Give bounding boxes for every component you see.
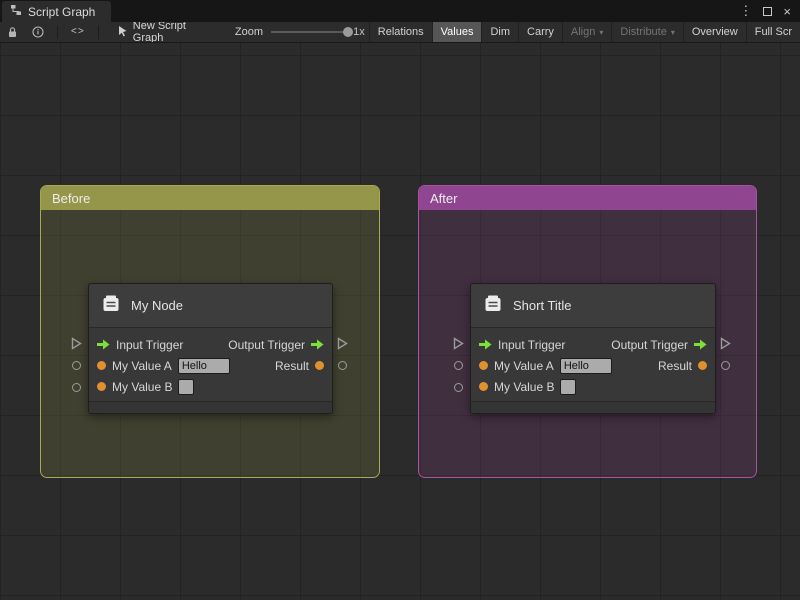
zoom-value: 1x bbox=[353, 26, 365, 38]
values-button[interactable]: Values bbox=[431, 22, 482, 42]
value-a-port[interactable] bbox=[454, 361, 463, 370]
code-icon[interactable]: <> bbox=[64, 22, 92, 42]
output-trigger-label: Output Trigger bbox=[228, 337, 305, 352]
chevron-down-icon: ▾ bbox=[599, 27, 604, 37]
input-trigger-port[interactable] bbox=[453, 337, 464, 350]
input-trigger-label: Input Trigger bbox=[116, 337, 184, 352]
window-tab-bar: Script Graph ⋮ × bbox=[0, 0, 800, 22]
value-a-row: My Value A Result bbox=[89, 355, 332, 376]
result-port[interactable] bbox=[338, 361, 347, 370]
value-b-dot[interactable] bbox=[97, 382, 106, 391]
maximize-icon[interactable] bbox=[763, 4, 773, 19]
pointer-icon bbox=[117, 25, 128, 40]
result-port[interactable] bbox=[721, 361, 730, 370]
value-b-dot[interactable] bbox=[479, 382, 488, 391]
lock-icon[interactable] bbox=[0, 22, 25, 42]
result-label: Result bbox=[274, 358, 309, 373]
zoom-slider-knob[interactable] bbox=[343, 27, 353, 37]
value-b-port[interactable] bbox=[454, 383, 463, 392]
node-header[interactable]: Short Title bbox=[471, 284, 715, 328]
value-b-input[interactable] bbox=[560, 378, 577, 395]
node-header[interactable]: My Node bbox=[89, 284, 332, 328]
node-footer bbox=[89, 401, 332, 413]
zoom-slider-track bbox=[271, 31, 349, 33]
new-script-graph-button[interactable]: New Script Graph bbox=[117, 22, 207, 43]
flow-in-icon[interactable] bbox=[97, 339, 110, 350]
result-dot[interactable] bbox=[315, 361, 324, 370]
carry-button[interactable]: Carry bbox=[518, 22, 562, 42]
value-a-port[interactable] bbox=[72, 361, 81, 370]
close-icon[interactable]: × bbox=[783, 4, 791, 19]
zoom-label: Zoom bbox=[234, 26, 263, 38]
node-title: Short Title bbox=[513, 298, 572, 313]
chevron-down-icon: ▾ bbox=[670, 27, 675, 37]
value-b-row: My Value B bbox=[89, 376, 332, 397]
trigger-row: Input Trigger Output Trigger bbox=[471, 334, 715, 355]
toolbar-separator bbox=[97, 25, 99, 39]
info-icon[interactable] bbox=[25, 22, 51, 42]
trigger-row: Input Trigger Output Trigger bbox=[89, 334, 332, 355]
value-a-dot[interactable] bbox=[479, 361, 488, 370]
tab-label: Script Graph bbox=[28, 4, 96, 19]
tab-script-graph[interactable]: Script Graph bbox=[2, 1, 112, 22]
node-ports: Input Trigger Output Trigger My Value A … bbox=[471, 328, 715, 401]
output-trigger-port[interactable] bbox=[720, 337, 731, 350]
unit-icon bbox=[482, 293, 504, 318]
align-dropdown[interactable]: Align ▾ bbox=[561, 22, 611, 42]
overview-button[interactable]: Overview bbox=[682, 22, 746, 42]
value-a-label: My Value A bbox=[112, 358, 172, 373]
value-a-input[interactable] bbox=[177, 357, 230, 374]
node-short-title[interactable]: Short Title Input Trigger Output Trigger… bbox=[470, 283, 716, 414]
value-b-port[interactable] bbox=[72, 383, 81, 392]
node-footer bbox=[471, 401, 715, 413]
graph-toolbar: <> New Script Graph Zoom 1x Relations Va… bbox=[0, 22, 800, 43]
unit-icon bbox=[100, 293, 122, 318]
group-title[interactable]: After bbox=[419, 186, 756, 210]
node-title: My Node bbox=[131, 298, 184, 313]
value-b-input[interactable] bbox=[178, 378, 195, 395]
distribute-dropdown[interactable]: Distribute ▾ bbox=[611, 22, 682, 42]
dim-button[interactable]: Dim bbox=[481, 22, 518, 42]
flow-out-icon[interactable] bbox=[694, 339, 707, 350]
result-label: Result bbox=[657, 358, 692, 373]
new-script-graph-label: New Script Graph bbox=[132, 22, 186, 43]
window-controls: ⋮ × bbox=[739, 0, 800, 22]
node-my-node[interactable]: My Node Input Trigger Output Trigger My … bbox=[88, 283, 333, 414]
group-title[interactable]: Before bbox=[41, 186, 379, 210]
zoom-slider[interactable] bbox=[271, 25, 353, 39]
graph-icon bbox=[10, 4, 22, 19]
value-b-row: My Value B bbox=[471, 376, 715, 397]
value-a-label: My Value A bbox=[494, 358, 554, 373]
input-trigger-port[interactable] bbox=[71, 337, 82, 350]
value-a-input[interactable] bbox=[559, 357, 612, 374]
input-trigger-label: Input Trigger bbox=[498, 337, 566, 352]
output-trigger-port[interactable] bbox=[337, 337, 348, 350]
relations-button[interactable]: Relations bbox=[368, 22, 432, 42]
value-b-label: My Value B bbox=[494, 379, 555, 394]
result-dot[interactable] bbox=[698, 361, 707, 370]
fullscreen-button[interactable]: Full Scr bbox=[745, 22, 800, 42]
flow-in-icon[interactable] bbox=[479, 339, 492, 350]
graph-canvas[interactable]: Before After My Node Input Trigger Outpu… bbox=[0, 43, 800, 600]
output-trigger-label: Output Trigger bbox=[611, 337, 688, 352]
value-b-label: My Value B bbox=[112, 379, 173, 394]
toolbar-button-group: Relations Values Dim Carry Align ▾ Distr… bbox=[368, 22, 800, 42]
value-a-row: My Value A Result bbox=[471, 355, 715, 376]
menu-dots-icon[interactable]: ⋮ bbox=[739, 3, 752, 19]
value-a-dot[interactable] bbox=[97, 361, 106, 370]
node-ports: Input Trigger Output Trigger My Value A … bbox=[89, 328, 332, 401]
flow-out-icon[interactable] bbox=[311, 339, 324, 350]
toolbar-separator bbox=[57, 25, 58, 39]
